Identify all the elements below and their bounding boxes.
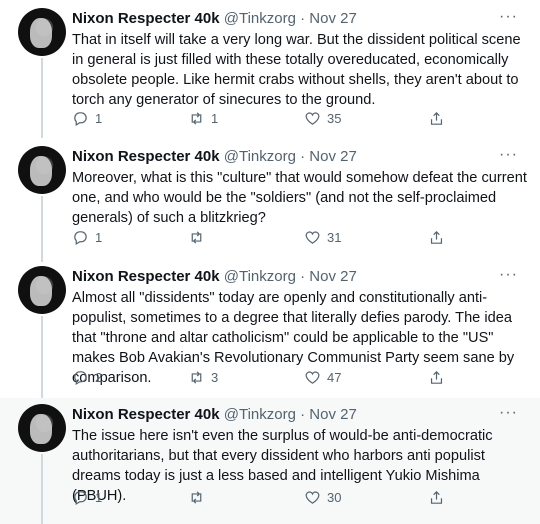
tweet-header: Nixon Respecter 40k @Tinkzorg · Nov 27 (72, 10, 357, 28)
like-button[interactable]: 31 (304, 229, 341, 246)
share-icon (430, 230, 443, 244)
heart-icon (305, 231, 320, 244)
retweet-icon (191, 491, 202, 504)
tweet-date[interactable]: Nov 27 (309, 148, 357, 165)
author-name[interactable]: Nixon Respecter 40k (72, 406, 220, 423)
heart-icon (305, 371, 320, 384)
reply-count: 1 (95, 490, 103, 505)
action-bar: 1 31 (72, 229, 452, 249)
heart-icon (305, 112, 320, 125)
reply-button[interactable]: 1 (72, 229, 102, 246)
avatar[interactable] (18, 146, 66, 194)
like-button[interactable]: 47 (304, 369, 341, 386)
share-button[interactable] (428, 229, 445, 246)
avatar[interactable] (18, 266, 66, 314)
tweet-text: That in itself will take a very long war… (72, 32, 521, 108)
reply-icon (74, 231, 87, 245)
reply-count: 2 (95, 370, 103, 385)
retweet-icon (191, 231, 202, 244)
retweet-icon (191, 112, 202, 125)
like-count: 30 (327, 490, 342, 505)
like-button[interactable]: 35 (304, 110, 341, 127)
author-handle[interactable]: @Tinkzorg (224, 148, 296, 165)
author-handle[interactable]: @Tinkzorg (224, 268, 296, 285)
reply-count: 1 (95, 111, 103, 126)
tweet-4[interactable]: Nixon Respecter 40k @Tinkzorg · Nov 27 ·… (0, 398, 540, 524)
reply-icon (74, 112, 87, 126)
tweet-header: Nixon Respecter 40k @Tinkzorg · Nov 27 (72, 148, 357, 166)
author-handle[interactable]: @Tinkzorg (224, 10, 296, 27)
share-button[interactable] (428, 489, 445, 506)
retweet-button[interactable]: 3 (188, 369, 218, 386)
retweet-button[interactable]: 1 (188, 110, 218, 127)
thread-line (41, 316, 43, 398)
separator: · (300, 10, 306, 27)
action-bar: 2 3 47 (72, 369, 452, 389)
more-icon[interactable]: ··· (499, 8, 518, 26)
tweet-2[interactable]: Nixon Respecter 40k @Tinkzorg · Nov 27 ·… (0, 138, 540, 262)
tweet-date[interactable]: Nov 27 (309, 406, 357, 423)
retweet-button[interactable] (188, 489, 211, 506)
avatar[interactable] (18, 8, 66, 56)
share-button[interactable] (428, 369, 445, 386)
share-icon (430, 490, 443, 504)
like-button[interactable]: 30 (304, 489, 341, 506)
tweet-1[interactable]: Nixon Respecter 40k @Tinkzorg · Nov 27 ·… (0, 0, 540, 138)
like-count: 31 (327, 230, 342, 245)
tweet-header: Nixon Respecter 40k @Tinkzorg · Nov 27 (72, 406, 357, 424)
reply-icon (74, 491, 87, 505)
author-name[interactable]: Nixon Respecter 40k (72, 10, 220, 27)
tweet-header: Nixon Respecter 40k @Tinkzorg · Nov 27 (72, 268, 357, 286)
more-icon[interactable]: ··· (499, 266, 518, 284)
retweet-count: 3 (211, 370, 219, 385)
author-handle[interactable]: @Tinkzorg (224, 406, 296, 423)
separator: · (300, 268, 306, 285)
action-bar: 1 30 (72, 489, 452, 509)
separator: · (300, 406, 306, 423)
reply-count: 1 (95, 230, 103, 245)
separator: · (300, 148, 306, 165)
retweet-count: 1 (211, 111, 219, 126)
share-icon (430, 111, 443, 125)
like-count: 35 (327, 111, 342, 126)
tweet-date[interactable]: Nov 27 (309, 268, 357, 285)
retweet-button[interactable] (188, 229, 211, 246)
more-icon[interactable]: ··· (499, 404, 518, 422)
retweet-icon (191, 371, 202, 384)
share-icon (430, 370, 443, 384)
tweet-date[interactable]: Nov 27 (309, 10, 357, 27)
heart-icon (305, 491, 320, 504)
reply-button[interactable]: 1 (72, 110, 102, 127)
action-bar: 1 1 35 (72, 110, 452, 130)
reply-button[interactable]: 1 (72, 489, 102, 506)
avatar[interactable] (18, 404, 66, 452)
reply-icon (74, 371, 87, 385)
reply-button[interactable]: 2 (72, 369, 102, 386)
thread-line (41, 196, 43, 262)
tweet-text: Moreover, what is this "culture" that wo… (72, 170, 527, 226)
like-count: 47 (327, 370, 342, 385)
author-name[interactable]: Nixon Respecter 40k (72, 268, 220, 285)
share-button[interactable] (428, 110, 445, 127)
more-icon[interactable]: ··· (499, 146, 518, 164)
thread-line (41, 454, 43, 524)
author-name[interactable]: Nixon Respecter 40k (72, 148, 220, 165)
tweet-3[interactable]: Nixon Respecter 40k @Tinkzorg · Nov 27 ·… (0, 262, 540, 398)
thread-line (41, 58, 43, 138)
